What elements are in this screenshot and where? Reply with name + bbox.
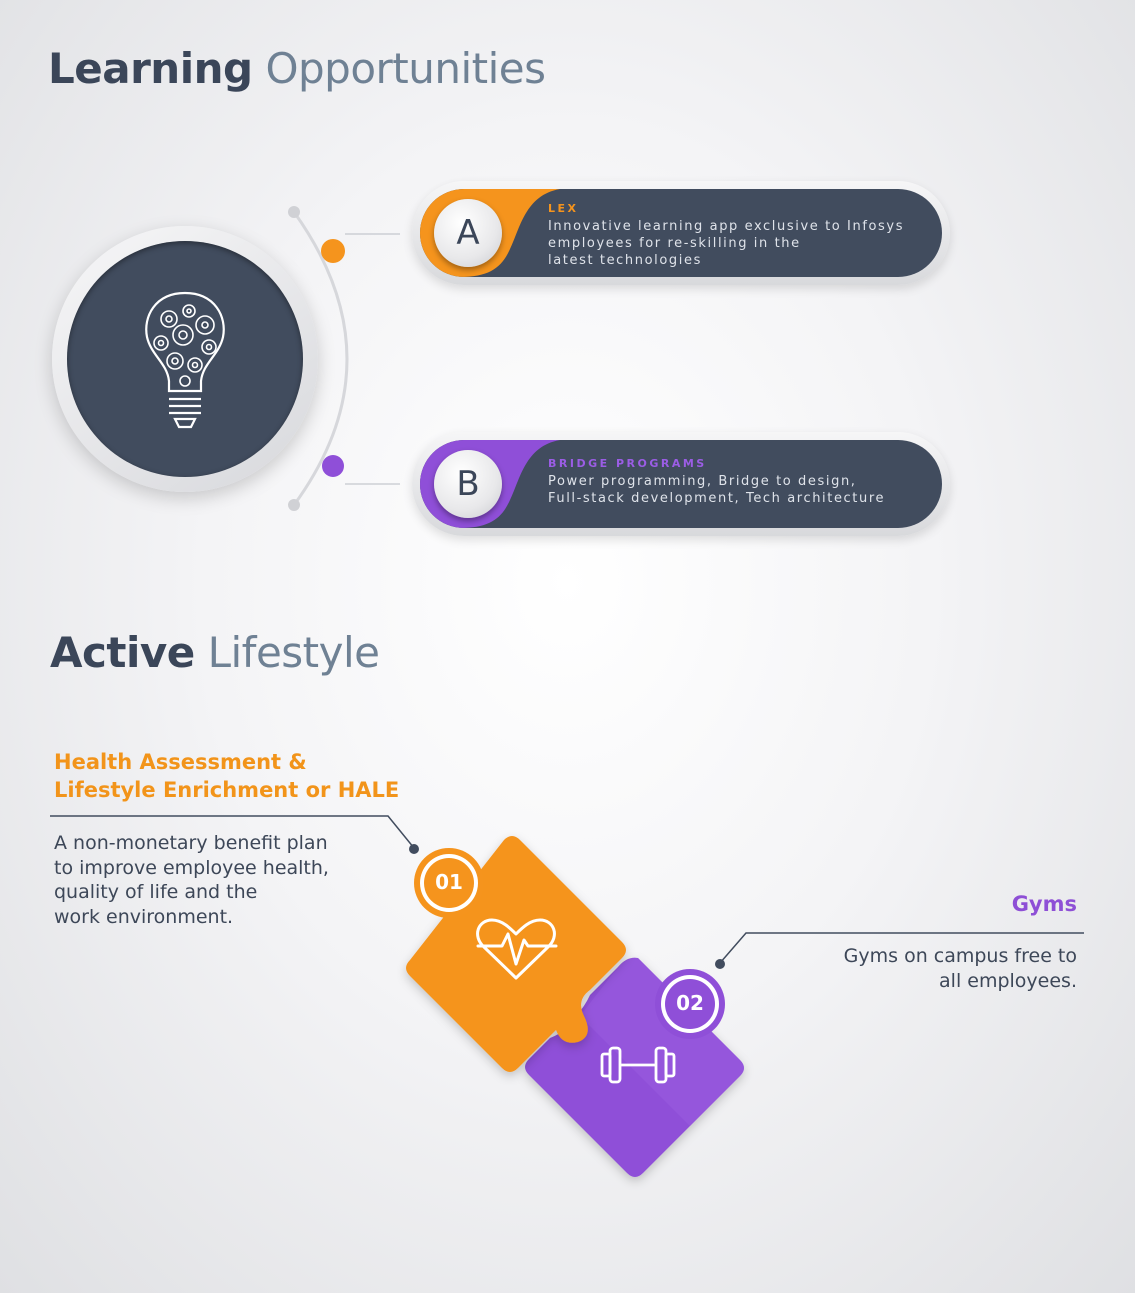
learning-hub — [52, 226, 318, 492]
bridge-badge: B — [434, 450, 502, 518]
badge-02-number: 02 — [676, 991, 704, 1015]
lex-text-line-3: latest technologies — [548, 253, 702, 268]
hale-title: Health Assessment & Lifestyle Enrichment… — [54, 748, 399, 804]
lightbulb-gears-icon — [145, 291, 225, 429]
bridge-programs-card: B BRIDGE PROGRAMS Power programming, Bri… — [412, 432, 950, 536]
learning-hub-inner — [67, 241, 303, 477]
lex-card: A LEX Innovative learning app exclusive … — [412, 181, 950, 285]
bridge-programs-card-inner: B BRIDGE PROGRAMS Power programming, Bri… — [420, 440, 942, 528]
lex-card-inner: A LEX Innovative learning app exclusive … — [420, 189, 942, 277]
lex-title: LEX — [548, 202, 579, 215]
active-title-light: Lifestyle — [207, 628, 380, 677]
lex-badge: A — [434, 199, 502, 267]
badge-01-number: 01 — [435, 870, 463, 894]
hale-title-line-1: Health Assessment & — [54, 750, 307, 774]
lex-text-line-2: employees for re-skilling in the — [548, 236, 801, 251]
lex-text-line-1: Innovative learning app exclusive to Inf… — [548, 219, 905, 234]
connector-dot-b — [322, 455, 344, 477]
bridge-text-line-2: Full-stack development, Tech architectur… — [548, 491, 886, 506]
active-section-title: Active Lifestyle — [50, 628, 380, 677]
active-title-bold: Active — [50, 628, 195, 677]
connector-dot-a — [321, 239, 345, 263]
bridge-title: BRIDGE PROGRAMS — [548, 457, 707, 470]
bridge-text-line-1: Power programming, Bridge to design, — [548, 474, 857, 489]
